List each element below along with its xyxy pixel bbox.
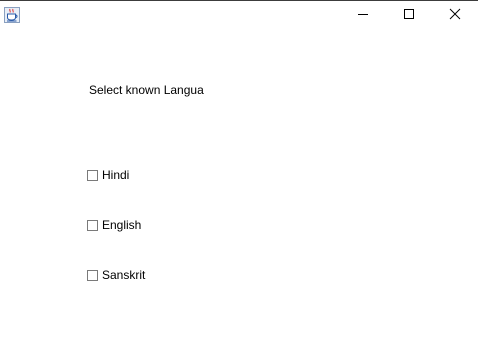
checkbox-box[interactable] xyxy=(87,219,98,231)
checkbox-hindi[interactable]: Hindi xyxy=(87,167,129,183)
checkbox-english[interactable]: English xyxy=(87,217,141,233)
close-button[interactable] xyxy=(432,1,478,31)
content-panel: Select known Langua Hindi English Sanskr… xyxy=(0,31,478,351)
checkbox-box[interactable] xyxy=(87,169,98,181)
checkbox-label[interactable]: Sanskrit xyxy=(102,268,145,282)
application-window: Select known Langua Hindi English Sanskr… xyxy=(0,0,478,351)
checkbox-sanskrit[interactable]: Sanskrit xyxy=(87,267,145,283)
minimize-icon xyxy=(357,7,369,25)
checkbox-label[interactable]: English xyxy=(102,218,141,232)
maximize-button[interactable] xyxy=(386,1,432,31)
checkbox-box[interactable] xyxy=(87,269,98,281)
checkbox-label[interactable]: Hindi xyxy=(102,168,129,182)
title-bar[interactable] xyxy=(0,1,478,31)
select-languages-label: Select known Langua xyxy=(89,83,204,97)
java-coffee-cup-icon[interactable] xyxy=(4,7,20,23)
minimize-button[interactable] xyxy=(340,1,386,31)
close-icon xyxy=(449,7,461,25)
maximize-icon xyxy=(403,7,415,25)
